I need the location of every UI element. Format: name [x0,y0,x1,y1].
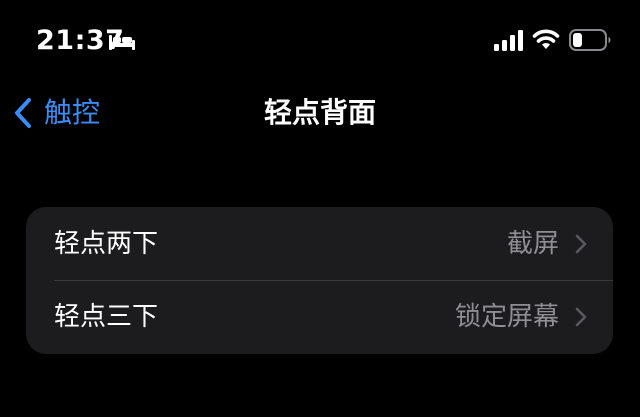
navigation-bar: 触控 轻点背面 [0,85,640,141]
row-value: 截屏 [506,228,559,259]
chevron-right-icon [575,307,587,326]
row-double-tap[interactable]: 轻点两下 截屏 [26,207,613,280]
row-value: 锁定屏幕 [454,301,559,332]
row-label: 轻点三下 [54,301,159,332]
bed-icon [109,35,135,50]
cellular-signal-icon [494,30,523,51]
row-label: 轻点两下 [54,228,159,259]
chevron-right-icon [575,234,587,253]
screen: 21:37 触控 轻点背面 轻点两下 截屏 轻点三下 锁定屏幕 [0,0,640,417]
battery-icon [569,29,611,51]
wifi-icon [532,29,560,49]
row-triple-tap[interactable]: 轻点三下 锁定屏幕 [26,280,613,353]
status-bar: 21:37 [0,0,640,80]
settings-group: 轻点两下 截屏 轻点三下 锁定屏幕 [26,207,613,354]
page-title: 轻点背面 [263,96,376,129]
